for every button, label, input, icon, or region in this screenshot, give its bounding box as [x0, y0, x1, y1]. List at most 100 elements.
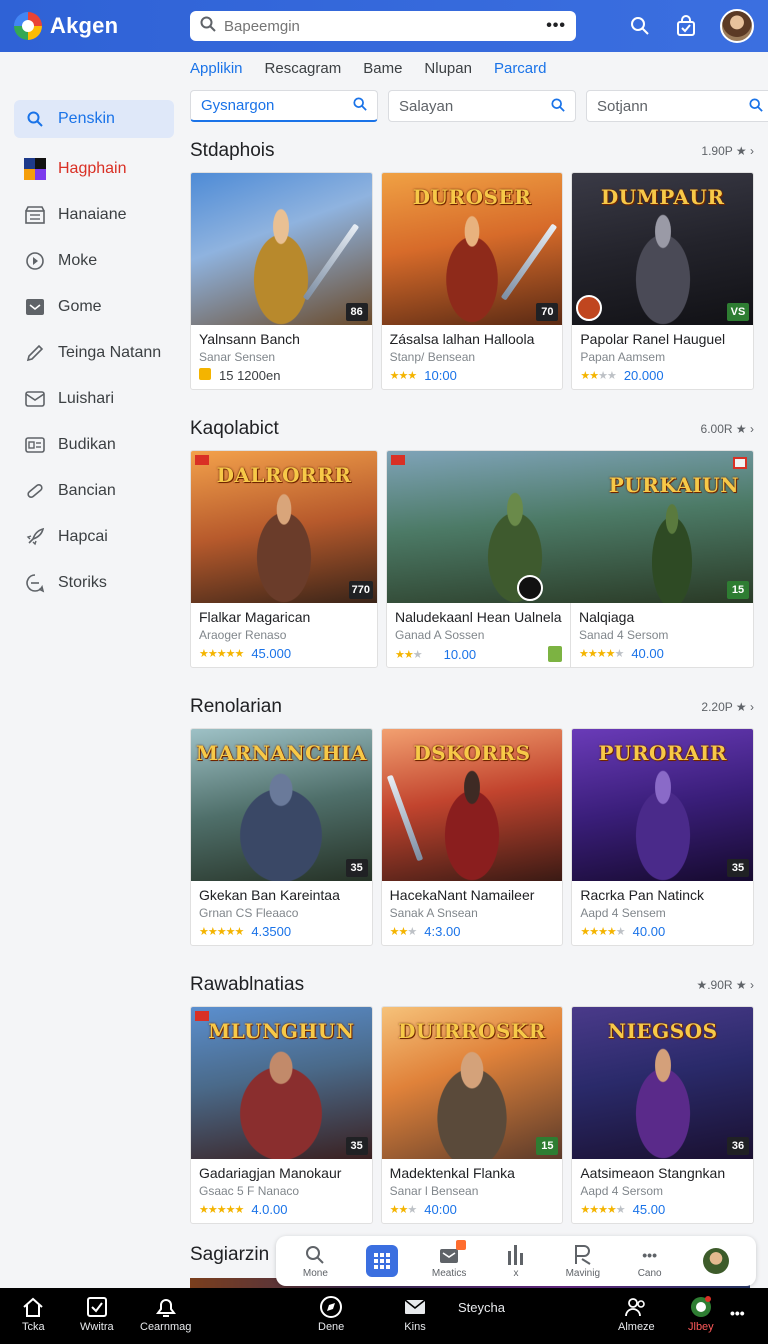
dock-item-bars[interactable]: x: [486, 1244, 546, 1279]
mail-icon: [404, 1296, 426, 1318]
dock-item-grid[interactable]: [352, 1245, 412, 1277]
store-icon: [24, 204, 46, 226]
game-card[interactable]: DALRORRR 770 Flalkar Magarican Araoger R…: [190, 450, 378, 668]
taskbar-item-kins[interactable]: Kins: [404, 1296, 426, 1333]
tab-bame[interactable]: Bame: [363, 58, 402, 79]
game-card[interactable]: DUIRROSKR 15 Madektenkal Flanka Sanar l …: [380, 1006, 564, 1224]
dock-item-meatics[interactable]: Meatics: [419, 1239, 479, 1279]
sidebar-item-luishari[interactable]: Luishari: [14, 376, 174, 422]
rating-stars: ★★★★★: [578, 648, 624, 660]
user-avatar[interactable]: [720, 9, 754, 43]
section-more-link[interactable]: ★.90R ★ ›: [696, 978, 754, 992]
game-card[interactable]: DUROSER 70 Zásalsa lalhan Halloola Stanp…: [380, 172, 564, 390]
search-bar[interactable]: •••: [190, 11, 576, 41]
game-name: Flalkar Magarican: [199, 609, 311, 625]
sidebar-item-penskin[interactable]: Penskin: [14, 100, 174, 138]
game-thumbnail: MLUNGHUN 35: [191, 1007, 372, 1159]
game-card[interactable]: MLUNGHUN 35 Gadariagjan Manokaur Gsaac 5…: [190, 1006, 373, 1224]
search-icon: [304, 1244, 326, 1266]
shopping-bag-icon[interactable]: [674, 14, 698, 38]
taskbar-item-dene[interactable]: Dene: [318, 1296, 344, 1333]
game-badge: 86: [345, 303, 368, 321]
taskbar-item-cearnmag[interactable]: Cearnmag: [140, 1296, 191, 1333]
taskbar-item-tcka[interactable]: Tcka: [22, 1296, 45, 1333]
game-thumbnail: DUROSER 70: [381, 173, 563, 325]
message-icon: [438, 1239, 467, 1266]
sidebar-item-hapcai[interactable]: Hapcai: [14, 514, 174, 560]
more-icon: •••: [730, 1305, 745, 1321]
sidebar-item-label: Gome: [58, 298, 102, 315]
rating-stars: ★★★★★: [199, 926, 244, 938]
game-name: Naludekaanl Hean Ualnela: [394, 609, 562, 625]
game-section: Kaqolabict 6.00R ★ › DALRORRR 770 Flalka…: [190, 412, 754, 690]
taskbar-label: Jlbey: [688, 1321, 714, 1333]
sidebar-item-teinga-natann[interactable]: Teinga Natann: [14, 330, 174, 376]
game-thumbnail: MARNANCHIA 35: [191, 729, 372, 881]
dock-item-profile[interactable]: [686, 1248, 746, 1274]
game-card[interactable]: MARNANCHIA 35 Gkekan Ban Kareintaa Grnan…: [190, 728, 373, 946]
search-input[interactable]: [224, 17, 539, 35]
pencil-icon: [24, 342, 46, 364]
app-logo-icon: [14, 12, 42, 40]
game-badge: 15: [727, 581, 749, 599]
taskbar-item-wwitra[interactable]: Wwitra: [80, 1296, 114, 1333]
dock-label: Mavinig: [565, 1267, 601, 1279]
sidebar-item-bancian[interactable]: Bancian: [14, 468, 174, 514]
sidebar-item-moke[interactable]: Moke: [14, 238, 174, 284]
game-card[interactable]: NIEGSOS 36 Aatsimeaon Stangnkan Aapd 4 S…: [571, 1006, 755, 1224]
sidebar-item-hagphain[interactable]: Hagphain: [14, 146, 174, 192]
brand[interactable]: Akgen: [14, 12, 190, 40]
filter-gysnargon[interactable]: Gysnargon: [190, 90, 378, 122]
rating-stars: ★★★★★: [580, 1204, 625, 1216]
filter-sotjann[interactable]: Sotjann: [586, 90, 768, 122]
dock-label: Mone: [302, 1267, 328, 1279]
game-developer: Gsaac 5 F Nanaco: [199, 1184, 300, 1198]
dots-icon: •••: [642, 1246, 657, 1263]
taskbar-item-steycha[interactable]: Steycha: [458, 1300, 505, 1315]
game-thumbnail: DALRORRR 770: [191, 451, 377, 603]
clock-icon: [24, 250, 46, 272]
filter-row: Gysnargon Salayan Sotjann: [190, 90, 768, 122]
rating-stars: [199, 368, 211, 383]
game-card[interactable]: DUMPAUR VS Papolar Ranel Hauguel Papan A…: [571, 172, 755, 390]
game-name: Yalnsann Banch: [199, 331, 300, 347]
section-more-link[interactable]: 6.00R ★ ›: [701, 422, 754, 436]
taskbar-item-jlbey[interactable]: Jlbey: [688, 1296, 714, 1333]
tab-nlupan[interactable]: Nlupan: [424, 58, 472, 79]
section-more-link[interactable]: 2.20P ★ ›: [701, 700, 754, 714]
game-name: Aatsimeaon Stangnkan: [580, 1165, 726, 1181]
tab-rescagram[interactable]: Rescagram: [265, 58, 342, 79]
game-developer: Sanar Sensen: [199, 350, 276, 364]
taskbar-item-almeze[interactable]: Almeze: [618, 1296, 655, 1333]
more-options-icon[interactable]: •••: [546, 17, 566, 35]
game-card[interactable]: PURKAIUN 15 Naludekaanl Hean Ualnela Gan…: [385, 450, 754, 668]
dock-item-mone[interactable]: Mone: [285, 1244, 345, 1279]
tab-applikin[interactable]: Applikin: [190, 58, 243, 79]
game-card[interactable]: DSKORRS HacekaNant Namaileer Sanak A Sns…: [380, 728, 564, 946]
game-badge: VS: [727, 303, 750, 321]
dock-item-cano[interactable]: ••• Cano: [620, 1244, 680, 1279]
sidebar-item-gome[interactable]: Gome: [14, 284, 174, 330]
game-name: Racrka Pan Natinck: [580, 887, 705, 903]
game-developer: Aapd 4 Sersom: [580, 1184, 664, 1198]
tab-parcard[interactable]: Parcard: [494, 58, 547, 79]
rating-stars: ★★★: [394, 648, 423, 661]
section-more-link[interactable]: 1.90P ★ ›: [701, 144, 754, 158]
game-rating: 4.3500: [251, 924, 292, 939]
dock-label: Meatics: [431, 1267, 467, 1279]
game-card[interactable]: 86 Yalnsann Banch Sanar Sensen 15 1200en: [190, 172, 373, 390]
rocket-icon: [24, 526, 46, 548]
taskbar-item-more[interactable]: •••: [730, 1302, 745, 1324]
notification-badge: [456, 1239, 467, 1250]
filter-label: Gysnargon: [201, 97, 275, 114]
sidebar-item-budikan[interactable]: Budikan: [14, 422, 174, 468]
game-thumbnail: DSKORRS: [381, 729, 563, 881]
sidebar-item-label: Luishari: [58, 390, 115, 407]
filter-salayan[interactable]: Salayan: [388, 90, 576, 122]
game-card[interactable]: PURORAIR 35 Racrka Pan Natinck Aapd 4 Se…: [571, 728, 755, 946]
dock-item-mavinig[interactable]: Mavinig: [553, 1244, 613, 1279]
sidebar-item-storiks[interactable]: Storiks: [14, 560, 174, 606]
sidebar-item-hanaiane[interactable]: Hanaiane: [14, 192, 174, 238]
taskbar-label: Tcka: [22, 1321, 45, 1333]
search-icon[interactable]: [628, 14, 652, 38]
